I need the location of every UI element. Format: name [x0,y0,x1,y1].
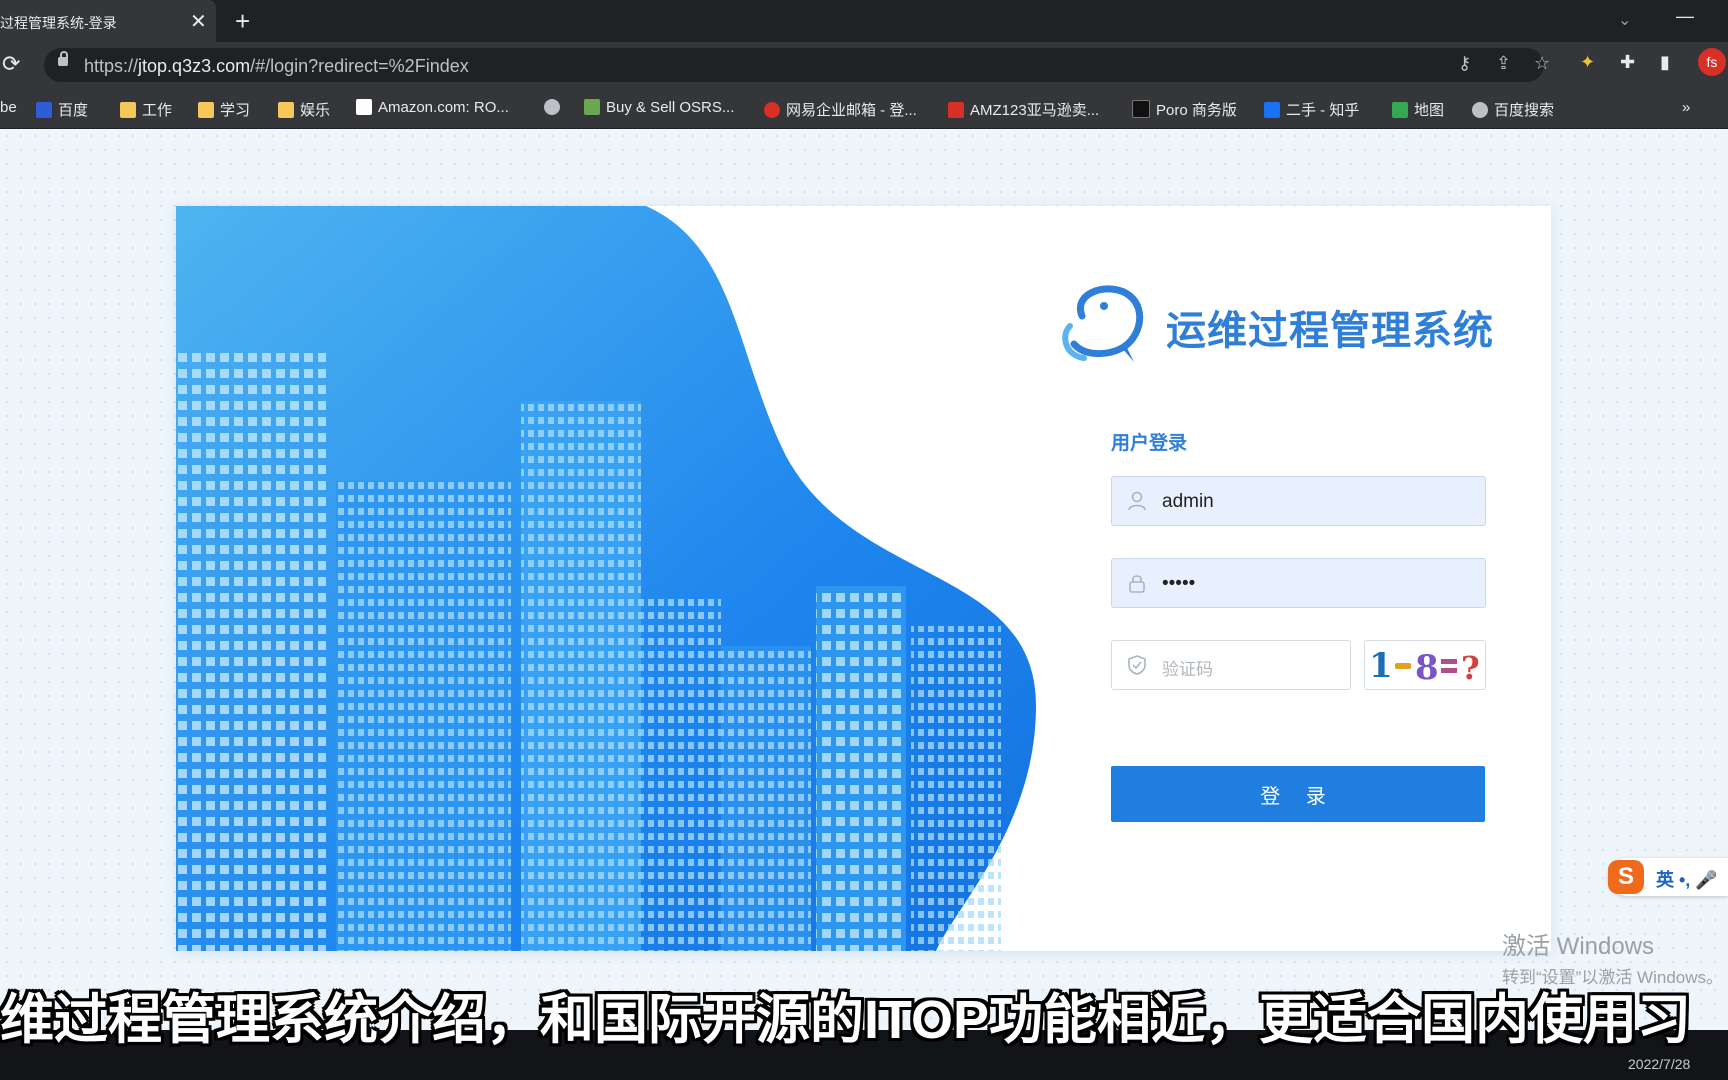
bookmark-folder[interactable]: 娱乐 [278,99,330,120]
url-text[interactable]: https://jtop.q3z3.com/#/login?redirect=%… [84,56,469,77]
bookmark-label: 百度搜索 [1494,102,1555,119]
login-card: 运维过程管理系统 用户登录 admin ••••• 验证码 1 8 ? 登 录 [176,206,1551,951]
bookmark-label: 网易企业邮箱 - 登... [786,102,917,119]
browser-toolbar: ⟳ https://jtop.q3z3.com/#/login?redirect… [0,42,1728,89]
svg-text:?: ? [1461,649,1480,687]
bookmark-item[interactable]: Buy & Sell OSRS... [584,99,734,116]
baidu-icon [36,102,52,118]
username-value: admin [1162,491,1214,512]
amazon-icon [356,99,372,115]
captcha-image[interactable]: 1 8 ? [1364,640,1486,690]
map-icon [1392,102,1408,118]
shield-icon [1128,655,1146,675]
bookmark-item[interactable]: 百度 [36,99,88,120]
url-scheme: https:// [84,56,139,76]
video-subtitle: 维过程管理系统介绍，和国际开源的ITOP功能相近，更适合国内使用习 [0,990,1692,1050]
side-panel-icon[interactable]: ▮ [1660,52,1670,73]
folder-icon [278,102,294,118]
svg-text:1: 1 [1369,646,1393,686]
bookmark-item[interactable]: Amazon.com: RO... [356,99,509,116]
username-field[interactable]: admin [1111,476,1486,526]
bookmark-label: Buy & Sell OSRS... [606,99,735,116]
bookmark-label: Amazon.com: RO... [378,99,509,116]
extension-icon[interactable]: ✦ [1580,52,1595,73]
bookmark-label: 学习 [220,102,251,119]
bookmark-label: Poro 商务版 [1156,102,1237,119]
login-subtitle: 用户登录 [1111,433,1188,454]
captcha-placeholder: 验证码 [1162,660,1213,679]
bookmark-item[interactable] [544,99,566,116]
folder-icon [120,102,136,118]
ime-toolbar[interactable]: S 英 •, 🎤 [1608,858,1728,896]
captcha-field[interactable]: 验证码 [1111,640,1351,690]
minimize-window-icon[interactable]: — [1676,6,1694,27]
taskbar-clock: 2022/7/28 [1628,1056,1691,1072]
user-icon [1128,491,1146,511]
profile-avatar[interactable]: fs [1698,48,1726,76]
close-tab-icon[interactable]: ✕ [190,9,207,34]
tab-search-chevron-icon[interactable]: ⌄ [1618,10,1631,30]
osrs-icon [584,99,600,115]
bookmark-label: 娱乐 [300,102,331,119]
lock-icon [1129,575,1145,593]
zhihu-icon [1264,102,1280,118]
netease-icon [764,102,780,118]
share-icon[interactable]: ⇪ [1496,53,1511,74]
bookmark-folder[interactable]: 工作 [120,99,172,120]
bookmark-folder[interactable]: 学习 [198,99,250,120]
tab-title: 过程管理系统-登录 [0,15,117,31]
bookmarks-overflow-icon[interactable]: » [1682,99,1690,116]
poro-icon [1132,100,1150,118]
bookmark-label: be [0,99,17,116]
bookmark-label: 二手 - 知乎 [1286,102,1360,119]
bookmark-label: AMZ123亚马逊卖... [970,102,1100,119]
tab-strip: 过程管理系统-登录 ✕ + ⌄ — [0,0,1728,42]
system-title: 运维过程管理系统 [1166,309,1494,353]
bookmark-label: 工作 [142,102,173,119]
active-tab[interactable]: 过程管理系统-登录 ✕ [0,0,216,42]
bookmark-item[interactable]: 百度搜索 [1472,99,1554,120]
folder-icon [198,102,214,118]
new-tab-icon[interactable]: + [235,6,250,37]
globe-icon [544,99,560,115]
watermark-line1: 激活 Windows [1502,933,1655,960]
lock-icon[interactable] [58,51,68,66]
address-bar[interactable]: https://jtop.q3z3.com/#/login?redirect=%… [44,48,1550,82]
login-button[interactable]: 登 录 [1111,766,1485,822]
bookmark-item[interactable]: 地图 [1392,99,1444,120]
bookmark-item[interactable]: 二手 - 知乎 [1264,99,1359,120]
bookmark-item[interactable]: be [0,99,17,116]
globe-icon [1472,102,1488,118]
ime-status-text: 英 •, 🎤 [1656,870,1718,890]
bookmark-item[interactable]: AMZ123亚马逊卖... [948,99,1099,120]
key-icon[interactable]: ⚷ [1458,53,1471,74]
star-icon[interactable]: ☆ [1534,53,1550,74]
reload-icon[interactable]: ⟳ [2,51,20,77]
puzzle-icon[interactable]: ✚ [1620,52,1635,73]
url-host: jtop.q3z3.com [138,56,251,76]
url-path: /#/login?redirect=%2Findex [250,56,469,76]
system-logo-icon [1062,285,1144,362]
bookmarks-bar: be 百度 工作 学习 娱乐 Amazon.com: RO... Buy & S… [0,89,1728,129]
password-value: ••••• [1162,573,1196,594]
sogou-logo-icon: S [1608,860,1644,894]
svg-text:8: 8 [1415,648,1439,688]
amz123-icon [948,102,964,118]
bookmark-item[interactable]: Poro 商务版 [1132,99,1237,120]
bookmark-label: 地图 [1414,102,1445,119]
password-field[interactable]: ••••• [1111,558,1486,608]
bookmark-label: 百度 [58,102,89,119]
captcha-image-text: 1 8 ? [1369,646,1480,688]
bookmark-item[interactable]: 网易企业邮箱 - 登... [764,99,917,120]
